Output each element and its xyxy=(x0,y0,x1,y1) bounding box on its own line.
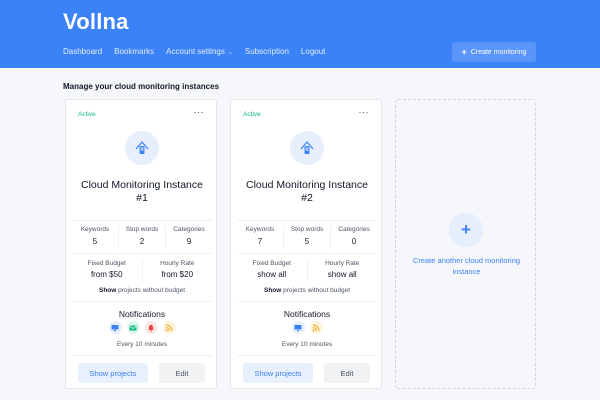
budget-label: Fixed Budget xyxy=(252,260,291,267)
fixed-budget: Fixed Budget show all xyxy=(237,260,308,282)
app-logo[interactable]: Vollna xyxy=(63,9,129,35)
stat-categories: Categories 0 xyxy=(331,226,377,250)
divider xyxy=(237,301,377,302)
instance-card-1: Active ··· Cloud Monitoring Instance #1 … xyxy=(65,99,217,389)
create-another-instance-card[interactable]: + Create another cloud monitoring instan… xyxy=(395,99,536,389)
notification-frequency: Every 10 minutes xyxy=(281,341,333,348)
show-without-budget-text: Show projects without budget xyxy=(231,287,383,294)
budget-value: from $50 xyxy=(90,270,123,279)
rss-icon xyxy=(309,321,323,334)
budget-value: show all xyxy=(257,270,287,279)
desktop-icon xyxy=(108,321,122,334)
desktop-icon xyxy=(291,321,305,334)
hourly-rate: Hourly Rate show all xyxy=(308,260,378,282)
budget-label: Hourly Rate xyxy=(325,260,360,267)
bell-icon xyxy=(144,321,158,334)
status-badge: Active xyxy=(78,111,96,118)
budget-row: Fixed Budget from $50 Hourly Rate from $… xyxy=(72,260,212,282)
stat-keywords: Keywords 7 xyxy=(237,226,284,250)
plus-icon: + xyxy=(461,47,467,57)
cloud-instance-icon xyxy=(125,131,159,165)
page-title: Manage your cloud monitoring instances xyxy=(63,82,220,91)
chevron-down-icon: ⌄ xyxy=(227,50,233,56)
stat-stop-words: Stop words 5 xyxy=(284,226,331,250)
show-strong: Show xyxy=(99,287,117,294)
divider xyxy=(72,355,212,356)
stats-row: Keywords 7 Stop words 5 Categories 0 xyxy=(237,226,377,250)
budget-label: Hourly Rate xyxy=(160,260,195,267)
card-title-line: Cloud Monitoring Instance xyxy=(246,179,368,191)
top-header: Vollna Dashboard Bookmarks Account setti… xyxy=(0,0,600,68)
divider xyxy=(72,220,212,221)
show-projects-button[interactable]: Show projects xyxy=(243,363,313,383)
show-strong: Show xyxy=(264,287,282,294)
budget-value: from $20 xyxy=(161,270,194,279)
create-another-instance-link[interactable]: Create another cloud monitoring instance xyxy=(402,255,531,277)
stat-label: Keywords xyxy=(80,226,110,233)
divider xyxy=(72,253,212,254)
instance-card-2: Active ··· Cloud Monitoring Instance #2 … xyxy=(230,99,382,389)
notification-icons xyxy=(231,321,383,334)
create-monitoring-button[interactable]: + Create monitoring xyxy=(452,42,536,62)
more-options-icon[interactable]: ··· xyxy=(194,107,205,117)
plus-icon[interactable]: + xyxy=(449,213,483,247)
edit-button[interactable]: Edit xyxy=(324,363,370,383)
show-rest: projects without budget xyxy=(281,287,350,294)
email-icon xyxy=(126,321,140,334)
nav-account-settings[interactable]: Account settings ⌄ xyxy=(166,47,233,56)
card-title-line: Cloud Monitoring Instance xyxy=(81,179,203,191)
hourly-rate: Hourly Rate from $20 xyxy=(143,260,213,282)
divider xyxy=(72,301,212,302)
divider xyxy=(237,355,377,356)
card-title: Cloud Monitoring Instance #2 xyxy=(235,179,379,205)
stat-keywords: Keywords 5 xyxy=(72,226,119,250)
stat-value: 5 xyxy=(304,237,310,246)
more-options-icon[interactable]: ··· xyxy=(359,107,370,117)
stat-value: 9 xyxy=(186,237,192,246)
status-badge: Active xyxy=(243,111,261,118)
stat-value: 7 xyxy=(257,237,263,246)
fixed-budget: Fixed Budget from $50 xyxy=(72,260,143,282)
nav-logout[interactable]: Logout xyxy=(301,47,325,56)
main-nav: Dashboard Bookmarks Account settings ⌄ Su… xyxy=(63,47,325,56)
notification-icons xyxy=(66,321,218,334)
stat-label: Keywords xyxy=(245,226,275,233)
notifications-title: Notifications xyxy=(118,309,166,319)
notifications-title: Notifications xyxy=(283,309,331,319)
nav-dashboard[interactable]: Dashboard xyxy=(63,47,102,56)
show-rest: projects without budget xyxy=(116,287,185,294)
nav-bookmarks[interactable]: Bookmarks xyxy=(114,47,154,56)
notification-frequency: Every 10 minutes xyxy=(116,341,168,348)
stat-label: Stop words xyxy=(290,226,324,233)
stat-categories: Categories 9 xyxy=(166,226,212,250)
budget-row: Fixed Budget show all Hourly Rate show a… xyxy=(237,260,377,282)
card-title: Cloud Monitoring Instance #1 xyxy=(70,179,214,205)
stat-value: 2 xyxy=(139,237,145,246)
nav-account-settings-label: Account settings xyxy=(166,47,225,56)
stat-value: 0 xyxy=(351,237,357,246)
cloud-instance-icon xyxy=(290,131,324,165)
nav-subscription[interactable]: Subscription xyxy=(245,47,289,56)
stat-label: Stop words xyxy=(125,226,159,233)
show-projects-button[interactable]: Show projects xyxy=(78,363,148,383)
rss-icon xyxy=(162,321,176,334)
edit-button[interactable]: Edit xyxy=(159,363,205,383)
stats-row: Keywords 5 Stop words 2 Categories 9 xyxy=(72,226,212,250)
show-without-budget-text: Show projects without budget xyxy=(66,287,218,294)
budget-value: show all xyxy=(327,270,357,279)
create-monitoring-label: Create monitoring xyxy=(470,48,527,56)
card-title-number: #2 xyxy=(301,192,313,204)
divider xyxy=(237,220,377,221)
stat-label: Categories xyxy=(173,226,205,233)
budget-label: Fixed Budget xyxy=(87,260,126,267)
stat-label: Categories xyxy=(338,226,370,233)
stat-value: 5 xyxy=(92,237,98,246)
stat-stop-words: Stop words 2 xyxy=(119,226,166,250)
divider xyxy=(237,253,377,254)
card-title-number: #1 xyxy=(136,192,148,204)
